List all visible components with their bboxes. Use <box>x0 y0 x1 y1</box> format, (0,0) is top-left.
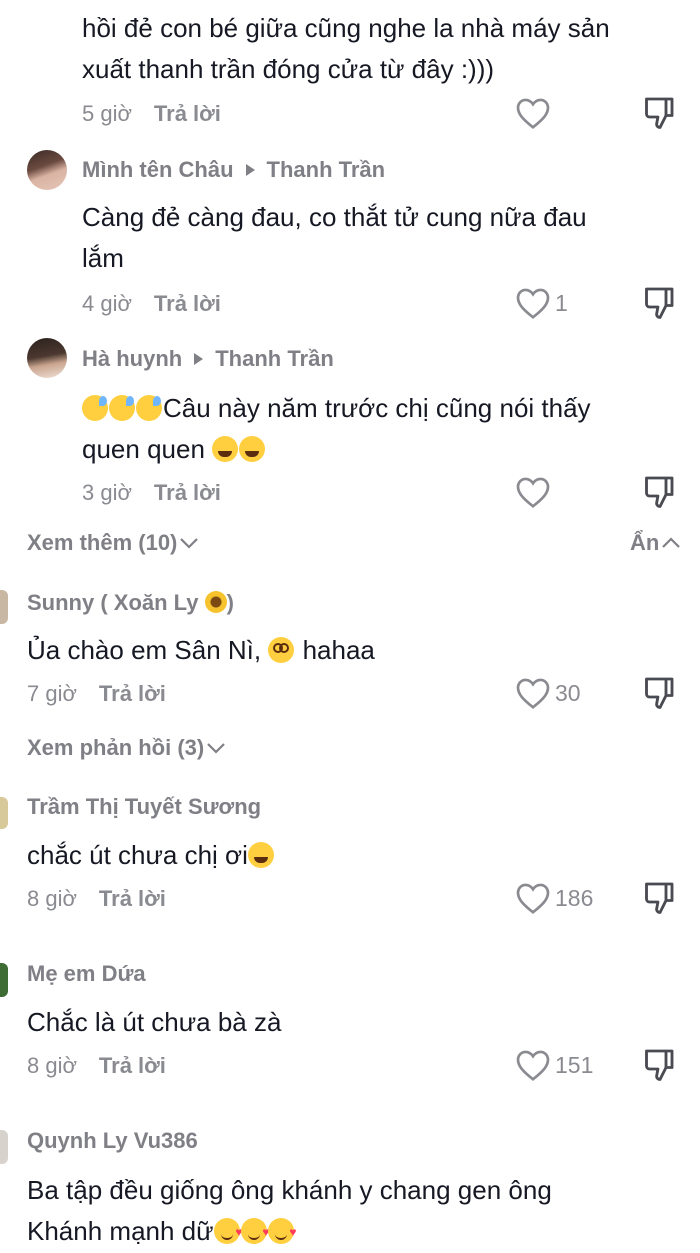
grinning-sweat-emoji-icon <box>82 395 108 421</box>
comment-author-suffix: ) <box>226 590 234 615</box>
reply-button[interactable]: Trả lời <box>154 480 221 505</box>
reply-button[interactable]: Trả lời <box>99 886 166 911</box>
hide-replies-button[interactable]: Ẩn <box>630 530 683 556</box>
comment-text: hồi đẻ con bé giữa cũng nghe la nhà máy … <box>82 13 610 84</box>
chevron-down-icon <box>180 538 199 549</box>
comment-meta: 8 giờ Trả lời <box>27 886 166 912</box>
like-button[interactable]: 30 <box>515 676 581 710</box>
comment-time: 7 giờ <box>27 681 77 706</box>
comment-author-line: Hà huynh Thanh Trần <box>82 346 334 372</box>
comment-meta: 5 giờ Trả lời <box>82 101 221 127</box>
avatar[interactable] <box>0 1130 8 1164</box>
chevron-down-icon <box>207 743 226 754</box>
smiling-face-with-hearts-emoji-icon <box>267 1212 297 1253</box>
dislike-button[interactable] <box>643 881 677 917</box>
heart-icon <box>516 1050 550 1081</box>
comment-text: Càng đẻ càng đau, co thắt tử cung nữa đa… <box>82 202 587 273</box>
comment-author[interactable]: Hà huynh <box>82 346 182 371</box>
tears-of-joy-emoji-icon <box>247 842 274 868</box>
heart-icon <box>516 678 550 709</box>
view-replies-button[interactable]: Xem phản hồi (3) <box>27 735 228 761</box>
comment-time: 4 giờ <box>82 291 132 316</box>
avatar[interactable] <box>0 963 8 997</box>
comment-author[interactable]: Quynh Ly Vu386 <box>27 1128 198 1154</box>
chevron-up-icon <box>662 537 681 548</box>
sunflower-emoji-icon <box>204 591 227 613</box>
dislike-button[interactable] <box>643 286 677 322</box>
comment-text-body: Ủa chào em Sân Nì, <box>27 635 262 665</box>
reply-button[interactable]: Trả lời <box>154 101 221 126</box>
thumbs-down-icon <box>645 882 674 914</box>
dislike-button[interactable] <box>643 96 677 132</box>
heart-icon <box>516 288 550 319</box>
comment-text-body: chắc út chưa chị ơi <box>27 840 248 870</box>
like-button[interactable] <box>515 96 551 130</box>
view-more-replies-button[interactable]: Xem thêm (10) <box>27 530 201 556</box>
comment-time: 8 giờ <box>27 886 77 911</box>
comment-meta: 8 giờ Trả lời <box>27 1053 166 1079</box>
comment-time: 8 giờ <box>27 1053 77 1078</box>
comment-text: Câu này năm trước chị cũng nói thấy quen… <box>82 388 602 470</box>
comment-time: 5 giờ <box>82 101 132 126</box>
reply-arrow-icon <box>245 164 255 177</box>
reply-button[interactable]: Trả lời <box>154 291 221 316</box>
reply-to-name[interactable]: Thanh Trần <box>215 346 334 371</box>
like-count: 186 <box>555 884 594 911</box>
thumbs-down-icon <box>645 97 674 129</box>
comment-meta: 4 giờ Trả lời <box>82 291 221 317</box>
like-button[interactable]: 1 <box>515 286 568 320</box>
comment-author[interactable]: Trầm Thị Tuyết Sương <box>27 794 261 820</box>
comment-meta: 7 giờ Trả lời <box>27 681 166 707</box>
reply-button[interactable]: Trả lời <box>99 681 166 706</box>
comment-author-line: Mình tên Châu Thanh Trần <box>82 157 385 183</box>
reply-button[interactable]: Trả lời <box>99 1053 166 1078</box>
reply-arrow-icon <box>194 353 204 366</box>
grinning-sweat-emoji-icon <box>136 395 162 421</box>
comment-text-tail: hahaa <box>302 635 375 665</box>
smiling-face-with-hearts-emoji-icon <box>213 1212 243 1253</box>
heart-icon <box>516 98 550 129</box>
avatar[interactable] <box>0 590 8 624</box>
comment-time: 3 giờ <box>82 480 132 505</box>
dislike-button[interactable] <box>643 475 677 511</box>
comment-text: Ba tập đều giống ông khánh y chang gen ô… <box>27 1170 627 1253</box>
smiling-face-with-hearts-emoji-icon <box>240 1212 270 1253</box>
like-count: 151 <box>555 1051 594 1078</box>
thumbs-down-icon <box>645 1049 674 1081</box>
flushed-emoji-icon <box>268 637 295 663</box>
laughing-emoji-icon <box>212 436 239 462</box>
view-replies-label: Xem phản hồi (3) <box>27 735 205 760</box>
like-button[interactable] <box>515 475 551 509</box>
comment-text: Ủa chào em Sân Nì, hahaa <box>27 630 627 671</box>
like-button[interactable]: 151 <box>515 1048 593 1082</box>
comment-author[interactable]: Sunny ( Xoăn Ly <box>27 590 199 615</box>
avatar[interactable] <box>0 797 8 829</box>
like-button[interactable]: 186 <box>515 881 593 915</box>
laughing-emoji-icon <box>239 436 266 462</box>
reply-to-name[interactable]: Thanh Trần <box>267 157 386 182</box>
heart-icon <box>516 883 550 914</box>
avatar[interactable] <box>27 338 67 378</box>
dislike-button[interactable] <box>643 676 677 712</box>
thumbs-down-icon <box>645 287 674 319</box>
comment-author-line: Sunny ( Xoăn Ly ) <box>27 590 234 616</box>
avatar[interactable] <box>27 150 67 190</box>
grinning-sweat-emoji-icon <box>109 395 135 421</box>
thumbs-down-icon <box>645 476 674 508</box>
comment-text: Chắc là út chưa bà zà <box>27 1007 282 1037</box>
like-count: 1 <box>555 289 568 316</box>
comment-author[interactable]: Mình tên Châu <box>82 157 234 182</box>
like-count: 30 <box>555 679 581 706</box>
comment-author[interactable]: Mẹ em Dứa <box>27 961 146 987</box>
comment-text: chắc út chưa chị ơi <box>27 835 627 876</box>
heart-icon <box>516 477 550 508</box>
dislike-button[interactable] <box>643 1048 677 1084</box>
comment-meta: 3 giờ Trả lời <box>82 480 221 506</box>
thumbs-down-icon <box>645 677 674 709</box>
view-more-label: Xem thêm (10) <box>27 530 178 555</box>
hide-label: Ẩn <box>630 530 660 555</box>
